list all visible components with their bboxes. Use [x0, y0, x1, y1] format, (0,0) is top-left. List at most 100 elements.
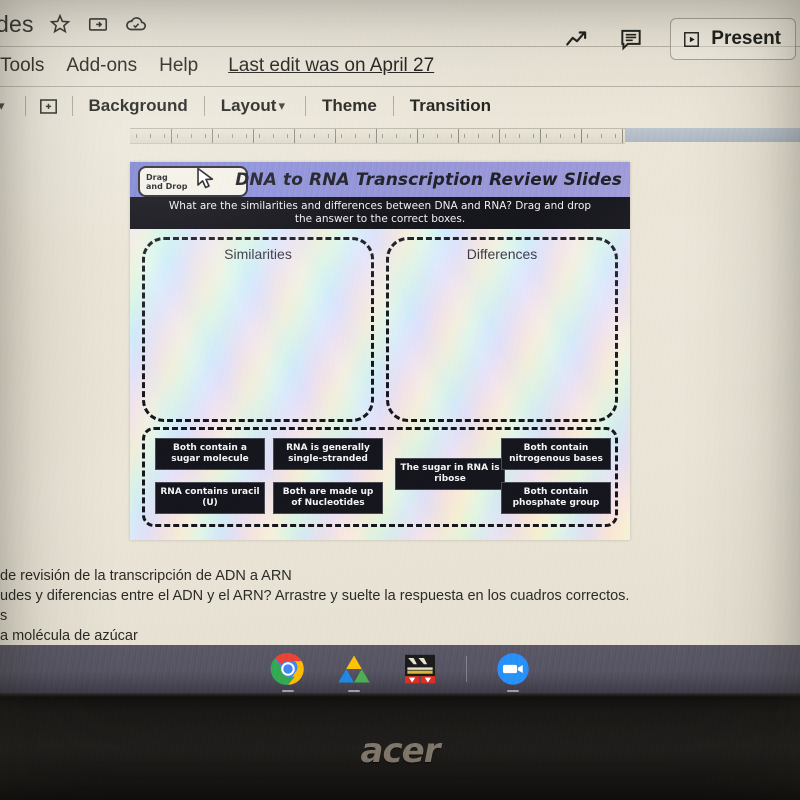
ruler-tick — [546, 134, 548, 138]
menu-item-tools[interactable]: Tools — [0, 55, 44, 77]
ruler-tick — [423, 134, 425, 138]
ruler-tick — [505, 134, 507, 138]
chrome-icon[interactable] — [268, 649, 308, 692]
new-slide-icon[interactable] — [38, 95, 60, 117]
ruler-segment — [212, 129, 254, 143]
comment-icon[interactable] — [616, 24, 646, 54]
ruler-segment — [540, 129, 582, 143]
ruler-tick — [614, 134, 616, 138]
ruler-segment — [417, 129, 459, 143]
education-app-icon[interactable] — [400, 649, 440, 689]
star-icon[interactable] — [48, 12, 72, 36]
running-indicator — [506, 690, 519, 692]
slides-toolbar: ▾ Background Layout ▾ Theme Transition — [0, 88, 800, 124]
cursor-arrow-icon — [193, 166, 217, 197]
ruler-tick — [272, 134, 274, 138]
ruler-segment — [294, 129, 336, 143]
menubar-divider — [0, 86, 800, 87]
toolbar-overflow-caret[interactable]: ▾ — [0, 98, 5, 114]
ruler-tick — [395, 134, 397, 138]
ruler-tick — [518, 134, 520, 138]
ruler-tick — [341, 134, 343, 138]
instruction-line-2: the answer to the correct boxes. — [294, 213, 466, 225]
slide-canvas[interactable]: Drag and Drop DNA to RNA Transcription R… — [130, 162, 630, 540]
drop-zone-similarities[interactable]: Similarities — [142, 237, 374, 422]
taskbar-divider — [465, 656, 467, 682]
ruler-tick — [136, 134, 138, 138]
ruler-tick — [491, 134, 493, 138]
ruler-tick — [464, 134, 466, 138]
ruler-tick — [204, 134, 206, 138]
os-taskbar — [0, 645, 800, 693]
ruler-tick — [259, 134, 261, 138]
running-indicator — [347, 690, 360, 692]
cloud-saved-icon[interactable] — [124, 12, 148, 36]
answer-tile[interactable]: Both contain a sugar molecule — [155, 438, 265, 470]
toolbar-layout[interactable]: Layout — [217, 96, 281, 116]
ruler-tick — [163, 134, 165, 138]
ruler-tick — [600, 134, 602, 138]
last-edit-link[interactable]: Last edit was on April 27 — [228, 55, 434, 77]
toolbar-separator — [71, 96, 73, 116]
drag-and-drop-badge: Drag and Drop — [138, 166, 248, 197]
menu-item-addons[interactable]: Add-ons — [66, 55, 137, 77]
screen-area: des Tools Add-ons Help Last edit was on … — [0, 0, 800, 645]
ruler-tick — [436, 134, 438, 138]
layout-chevron-down-icon[interactable]: ▾ — [278, 98, 285, 114]
zoom-icon[interactable] — [493, 649, 533, 692]
answer-tile[interactable]: RNA is generally single-stranded — [273, 438, 383, 470]
answer-tile[interactable]: Both contain phosphate group — [501, 482, 611, 514]
present-button[interactable]: Present — [670, 18, 796, 60]
drop-zone-differences-label: Differences — [466, 246, 538, 262]
slide-title-bar: Drag and Drop DNA to RNA Transcription R… — [130, 162, 630, 197]
ruler-segment — [130, 129, 172, 143]
toolbar-separator — [304, 96, 306, 116]
ruler-tick — [450, 134, 452, 138]
document-title[interactable]: des — [0, 11, 34, 38]
ruler-segment — [499, 129, 541, 143]
ruler-tick — [300, 134, 302, 138]
slide-title-text: DNA to RNA Transcription Review Slides — [235, 169, 622, 190]
bezel-highlight — [0, 693, 800, 697]
ruler-tick — [559, 134, 561, 138]
ruler-segment — [171, 129, 213, 143]
move-to-folder-icon[interactable] — [86, 12, 110, 36]
ruler-tick — [245, 134, 247, 138]
activity-trend-icon[interactable] — [562, 24, 592, 54]
ruler-tick — [409, 134, 411, 138]
ruler-tick — [587, 134, 589, 138]
toolbar-separator — [24, 96, 26, 116]
google-drive-icon[interactable] — [334, 649, 374, 692]
ruler-tick — [231, 134, 233, 138]
answer-tile[interactable]: Both are made up of Nucleotides — [273, 482, 383, 514]
ruler-tick — [573, 134, 575, 138]
caption-line-2: udes y diferencias entre el ADN y el ARN… — [0, 588, 630, 604]
toolbar-background[interactable]: Background — [85, 96, 192, 116]
ruler-tick — [286, 134, 288, 138]
toolbar-separator — [392, 96, 394, 116]
answer-tile[interactable]: The sugar in RNA is ribose — [395, 458, 505, 490]
present-button-label: Present — [711, 28, 781, 49]
badge-line-1: Drag — [146, 172, 168, 182]
menu-item-help[interactable]: Help — [159, 55, 198, 77]
caption-line-3: s — [0, 608, 8, 624]
running-indicator — [281, 690, 294, 692]
play-box-icon — [684, 31, 700, 47]
toolbar-separator — [203, 96, 205, 116]
ruler-tick — [218, 134, 220, 138]
drop-zone-differences[interactable]: Differences — [386, 237, 618, 422]
ruler-segment — [458, 129, 500, 143]
answer-tile-tray: Both contain a sugar molecule RNA is gene… — [142, 427, 618, 527]
ruler-tick — [532, 134, 534, 138]
ruler-tick — [190, 134, 192, 138]
ruler-tick — [382, 134, 384, 138]
answer-tile[interactable]: Both contain nitrogenous bases — [501, 438, 611, 470]
toolbar-theme[interactable]: Theme — [318, 96, 381, 116]
horizontal-ruler[interactable] — [130, 128, 625, 144]
brand-logo: acer — [360, 730, 441, 771]
answer-tile[interactable]: RNA contains uracil (U) — [155, 482, 265, 514]
toolbar-transition[interactable]: Transition — [406, 96, 495, 116]
ruler-tick — [149, 134, 151, 138]
caption-line-4: a molécula de azúcar — [0, 628, 138, 644]
ruler-tick — [313, 134, 315, 138]
